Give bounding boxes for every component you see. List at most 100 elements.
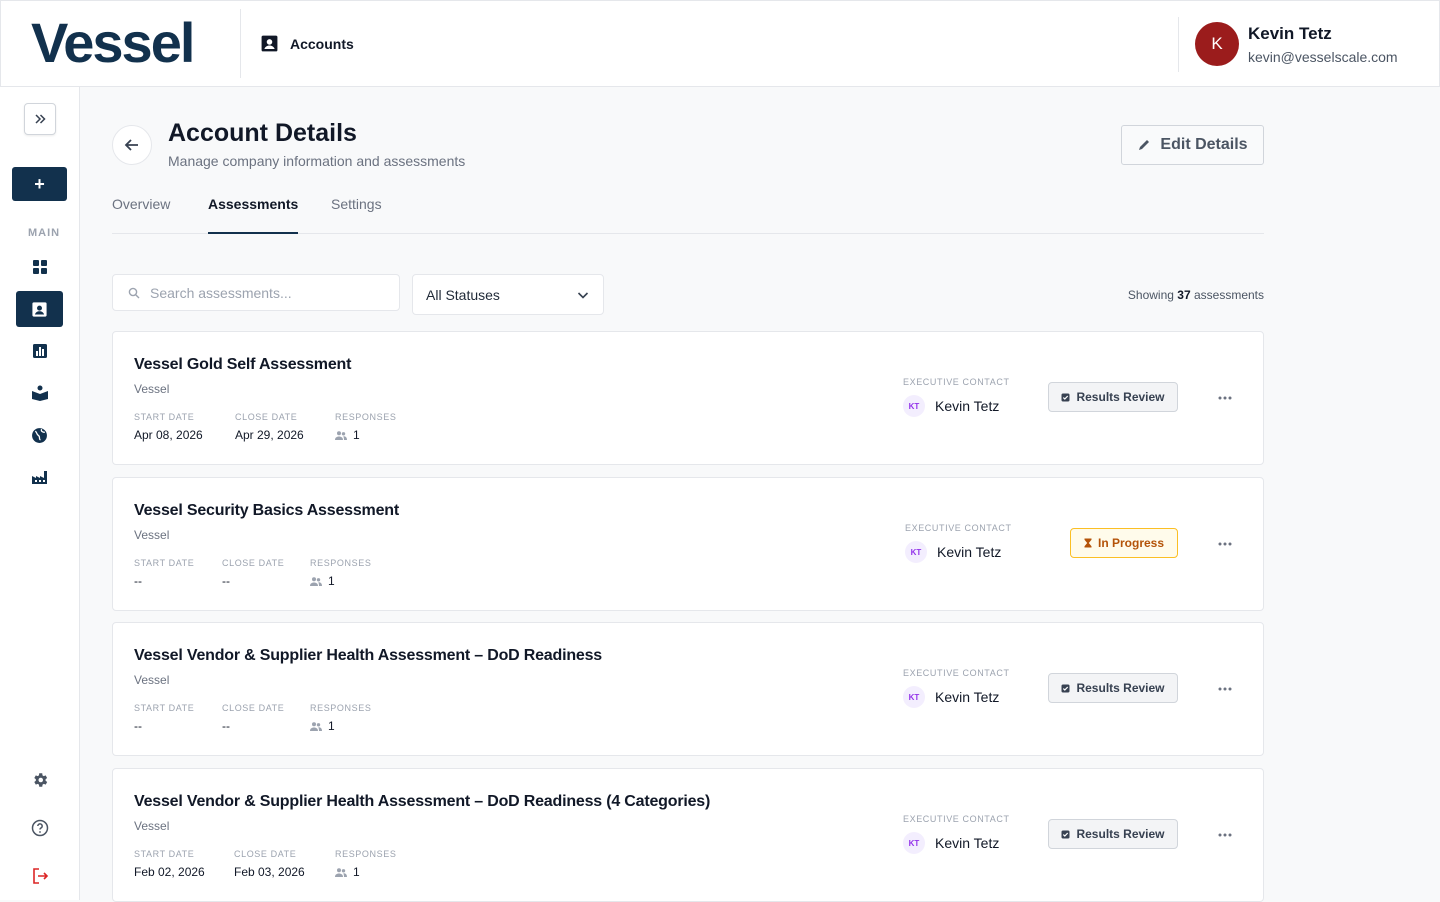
contact-avatar: KT	[903, 686, 925, 708]
assessment-title[interactable]: Vessel Vendor & Supplier Health Assessme…	[134, 793, 710, 811]
tab-bar: Overview Assessments Settings	[112, 196, 1264, 234]
account-box-icon	[261, 35, 278, 52]
start-date: START DATE --	[134, 703, 194, 733]
search-input[interactable]	[150, 284, 380, 301]
review-icon	[1061, 684, 1070, 692]
more-options-button[interactable]	[1217, 534, 1233, 554]
nav-accounts[interactable]: Accounts	[260, 34, 354, 53]
tab-settings[interactable]: Settings	[331, 196, 382, 234]
sidebar-item-global[interactable]	[16, 417, 63, 453]
status-filter-select[interactable]: All Statuses	[412, 274, 604, 315]
tab-assessments[interactable]: Assessments	[208, 196, 299, 234]
assessment-title[interactable]: Vessel Gold Self Assessment	[134, 356, 351, 374]
sidebar-item-reports[interactable]	[16, 333, 63, 369]
assessment-company: Vessel	[134, 819, 170, 833]
sidebar-item-accounts[interactable]	[16, 291, 63, 327]
responses: RESPONSES 1	[335, 412, 396, 442]
status-badge[interactable]: Results Review	[1048, 382, 1178, 412]
results-count-suffix: assessments	[1193, 288, 1264, 302]
responses: RESPONSES 1	[310, 703, 371, 733]
contact-name: Kevin Tetz	[937, 544, 1002, 560]
status-label: Results Review	[1076, 681, 1165, 695]
expand-sidebar-button[interactable]	[24, 103, 56, 135]
account-box-icon	[32, 301, 47, 317]
tab-overview[interactable]: Overview	[112, 196, 170, 234]
sidebar-item-dashboard[interactable]	[16, 249, 63, 285]
start-date-value: Feb 02, 2026	[134, 865, 205, 879]
ellipsis-icon	[1218, 542, 1232, 546]
ellipsis-icon	[1218, 396, 1232, 400]
more-options-button[interactable]	[1217, 388, 1233, 408]
ellipsis-icon	[1218, 687, 1232, 691]
bar-chart-icon	[32, 344, 47, 358]
close-date: CLOSE DATE --	[222, 703, 284, 733]
page-subtitle: Manage company information and assessmen…	[168, 153, 466, 169]
results-count-number: 37	[1177, 288, 1191, 302]
more-options-button[interactable]	[1217, 825, 1233, 845]
assessment-card[interactable]: Vessel Vendor & Supplier Health Assessme…	[112, 768, 1264, 902]
executive-contact: EXECUTIVE CONTACT KT Kevin Tetz	[903, 377, 1010, 417]
assessment-title[interactable]: Vessel Security Basics Assessment	[134, 502, 399, 520]
user-avatar[interactable]: K	[1195, 22, 1239, 66]
close-date-value: Feb 03, 2026	[234, 865, 305, 879]
sidebar-item-settings[interactable]	[16, 762, 63, 798]
status-label: In Progress	[1097, 536, 1165, 550]
globe-icon	[32, 427, 47, 443]
review-icon	[1061, 830, 1070, 838]
contact-avatar: KT	[903, 832, 925, 854]
vessel-logo[interactable]: Vessel	[31, 13, 195, 73]
start-date-value: Apr 08, 2026	[134, 428, 203, 442]
assessment-company: Vessel	[134, 528, 170, 542]
start-date-label: START DATE	[134, 703, 195, 713]
responses-label: RESPONSES	[335, 849, 397, 859]
start-date: START DATE --	[134, 558, 194, 588]
page-title: Account Details	[168, 119, 357, 147]
sidebar-section-label: MAIN	[28, 227, 61, 239]
responses-value: 1	[328, 719, 335, 733]
assessment-card[interactable]: Vessel Gold Self Assessment Vessel START…	[112, 331, 1264, 465]
status-filter-value: All Statuses	[426, 286, 500, 303]
status-badge[interactable]: Results Review	[1048, 819, 1178, 849]
sidebar-item-learning[interactable]	[16, 375, 63, 411]
sidebar-item-help[interactable]	[16, 810, 63, 846]
contact-avatar: KT	[905, 541, 927, 563]
assessment-company: Vessel	[134, 673, 170, 687]
close-date: CLOSE DATE Feb 03, 2026	[234, 849, 305, 879]
status-badge[interactable]: Results Review	[1048, 673, 1178, 703]
start-date-value: --	[134, 719, 142, 733]
sidebar-item-logout[interactable]	[16, 858, 63, 894]
responses-label: RESPONSES	[310, 703, 372, 713]
executive-contact-label: EXECUTIVE CONTACT	[903, 377, 1010, 387]
executive-contact-label: EXECUTIVE CONTACT	[903, 668, 1010, 678]
sidebar: + MAIN	[0, 87, 80, 900]
start-date: START DATE Feb 02, 2026	[134, 849, 205, 879]
review-icon	[1061, 393, 1070, 401]
add-button[interactable]: +	[12, 167, 67, 201]
people-icon	[310, 576, 322, 586]
status-badge[interactable]: In Progress	[1070, 528, 1178, 558]
pencil-icon	[1139, 140, 1150, 150]
close-date-label: CLOSE DATE	[222, 703, 285, 713]
back-button[interactable]	[112, 125, 152, 165]
executive-contact: EXECUTIVE CONTACT KT Kevin Tetz	[905, 523, 1012, 563]
chevron-double-right-icon	[35, 114, 46, 124]
people-icon	[335, 867, 347, 877]
divider	[1178, 17, 1179, 72]
responses: RESPONSES 1	[335, 849, 396, 879]
divider	[240, 9, 241, 78]
help-circle-icon	[31, 819, 48, 837]
assessment-company: Vessel	[134, 382, 170, 396]
edit-details-label: Edit Details	[1160, 136, 1248, 153]
assessment-title[interactable]: Vessel Vendor & Supplier Health Assessme…	[134, 647, 602, 665]
results-count: Showing 37 assessments	[1128, 288, 1264, 302]
assessment-card[interactable]: Vessel Vendor & Supplier Health Assessme…	[112, 622, 1264, 756]
more-options-button[interactable]	[1217, 679, 1233, 699]
status-label: Results Review	[1076, 390, 1165, 404]
sidebar-item-factory[interactable]	[16, 459, 63, 495]
status-label: Results Review	[1076, 827, 1165, 841]
edit-details-button[interactable]: Edit Details	[1121, 125, 1264, 165]
assessment-card[interactable]: Vessel Security Basics Assessment Vessel…	[112, 477, 1264, 611]
reader-icon	[31, 385, 48, 401]
search-box[interactable]	[112, 274, 400, 311]
responses-value: 1	[328, 574, 335, 588]
